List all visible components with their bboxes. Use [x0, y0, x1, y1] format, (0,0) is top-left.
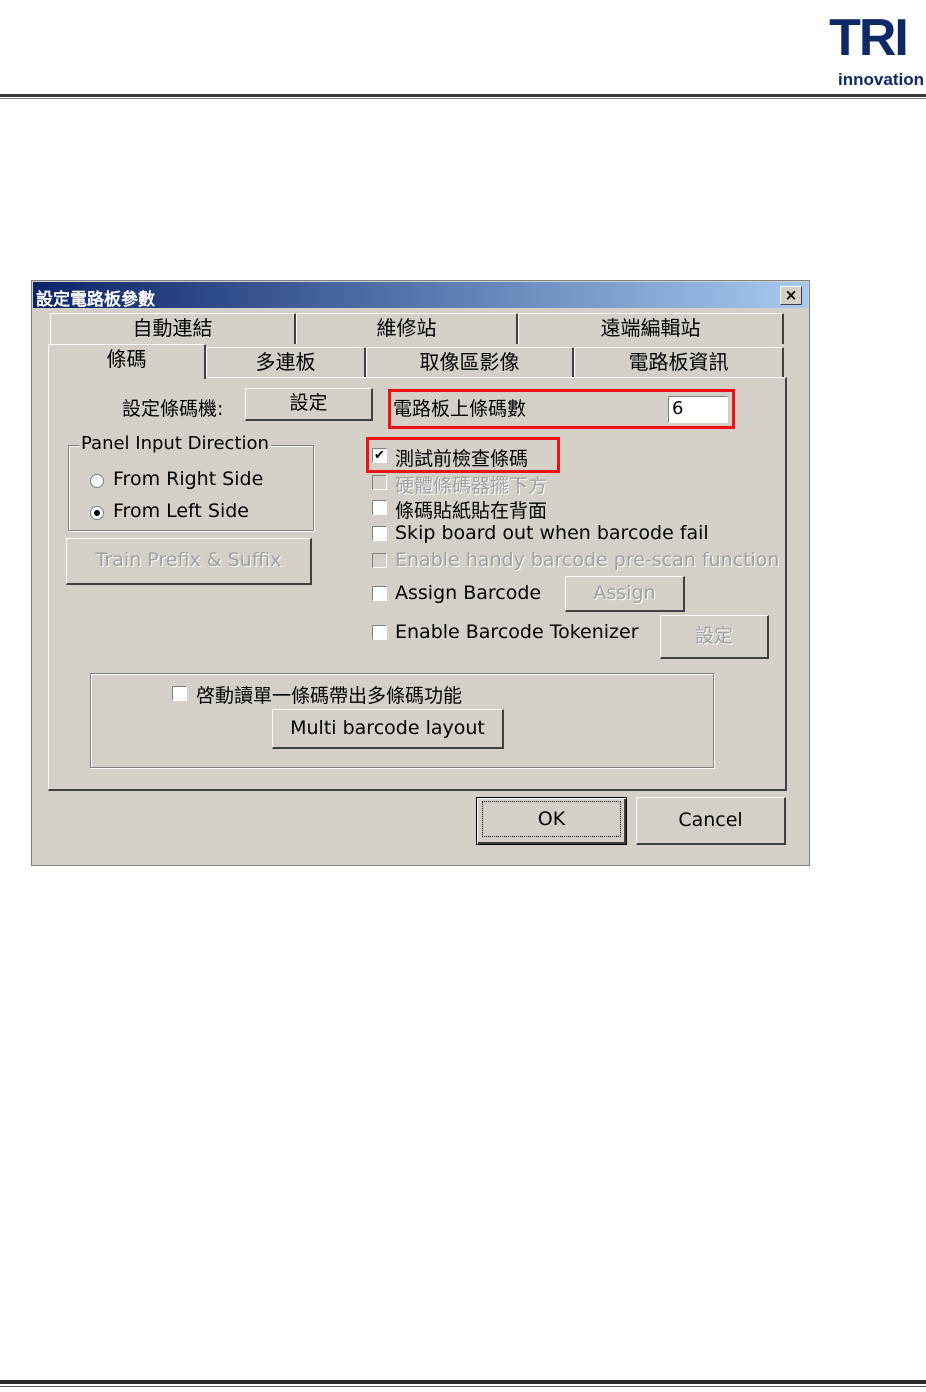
tab-barcode[interactable]: 條碼: [48, 344, 206, 379]
tab-remote-edit-station[interactable]: 遠端編輯站: [518, 313, 784, 344]
header-rule: [0, 94, 926, 97]
ok-button[interactable]: OK: [476, 797, 627, 845]
barcode-count-label: 電路板上條碼數: [393, 398, 527, 420]
cancel-button[interactable]: Cancel: [636, 797, 786, 845]
barcode-device-setup-button[interactable]: 設定: [245, 388, 373, 421]
tri-innovation-logo: TRI innovation: [812, 6, 924, 90]
checkbox-skip-board-out[interactable]: [372, 526, 387, 541]
panel-direction-legend: Panel Input Direction: [79, 433, 271, 454]
tokenizer-setup-button[interactable]: 設定: [660, 615, 769, 659]
sticker-on-back-label[interactable]: 條碼貼紙貼在背面: [395, 496, 547, 523]
checkbox-assign-barcode[interactable]: [372, 586, 387, 601]
ok-label: OK: [481, 801, 622, 837]
radio-from-right[interactable]: [90, 474, 104, 488]
checkbox-check-before-test[interactable]: ✔: [372, 448, 387, 463]
dialog-title: 設定電路板參數: [36, 290, 155, 310]
multi-barcode-label[interactable]: 啓動讀單一條碼帶出多條碼功能: [196, 681, 462, 708]
tab-auto-link[interactable]: 自動連結: [50, 313, 296, 344]
close-button[interactable]: ×: [780, 286, 802, 305]
hardware-scanner-below-label[interactable]: 硬體條碼器擺下方: [395, 471, 547, 498]
logo-subtext: innovation: [838, 70, 924, 89]
footer-rule-thin: [0, 1386, 926, 1387]
radio-from-right-label[interactable]: From Right Side: [113, 468, 263, 490]
skip-board-out-label[interactable]: Skip board out when barcode fail: [395, 522, 709, 544]
assign-button[interactable]: Assign: [565, 576, 685, 612]
checkbox-handy-prescan[interactable]: [372, 553, 387, 568]
barcode-device-label: 設定條碼機:: [122, 398, 224, 420]
train-prefix-suffix-button[interactable]: Train Prefix & Suffix: [66, 538, 312, 585]
barcode-count-field[interactable]: 6: [668, 396, 728, 423]
barcode-tokenizer-label[interactable]: Enable Barcode Tokenizer: [395, 621, 639, 643]
checkbox-sticker-on-back[interactable]: [372, 500, 387, 515]
tab-multi-panel[interactable]: 多連板: [206, 347, 366, 378]
title-bar[interactable]: 設定電路板參數 ×: [33, 282, 808, 310]
tab-image-region[interactable]: 取像區影像: [366, 347, 574, 378]
checkbox-multi-barcode[interactable]: [172, 686, 187, 701]
radio-from-left[interactable]: [90, 506, 104, 520]
logo-text: TRI: [829, 9, 909, 67]
assign-barcode-label[interactable]: Assign Barcode: [395, 582, 541, 604]
pcb-settings-dialog: 設定電路板參數 × 自動連結 維修站 遠端編輯站 條碼 多連板 取像區影像 電路…: [31, 280, 810, 866]
handy-prescan-label[interactable]: Enable handy barcode pre-scan function: [395, 549, 779, 571]
checkbox-barcode-tokenizer[interactable]: [372, 625, 387, 640]
check-before-test-label[interactable]: 測試前檢查條碼: [395, 444, 528, 471]
tab-repair-station[interactable]: 維修站: [296, 313, 518, 344]
multi-barcode-layout-button[interactable]: Multi barcode layout: [272, 709, 504, 749]
footer-rule: [0, 1380, 926, 1384]
checkbox-hardware-scanner-below[interactable]: [372, 475, 387, 490]
header-rule-thin: [0, 98, 926, 99]
tab-pcb-info[interactable]: 電路板資訊: [574, 347, 784, 378]
radio-from-left-label[interactable]: From Left Side: [113, 500, 249, 522]
